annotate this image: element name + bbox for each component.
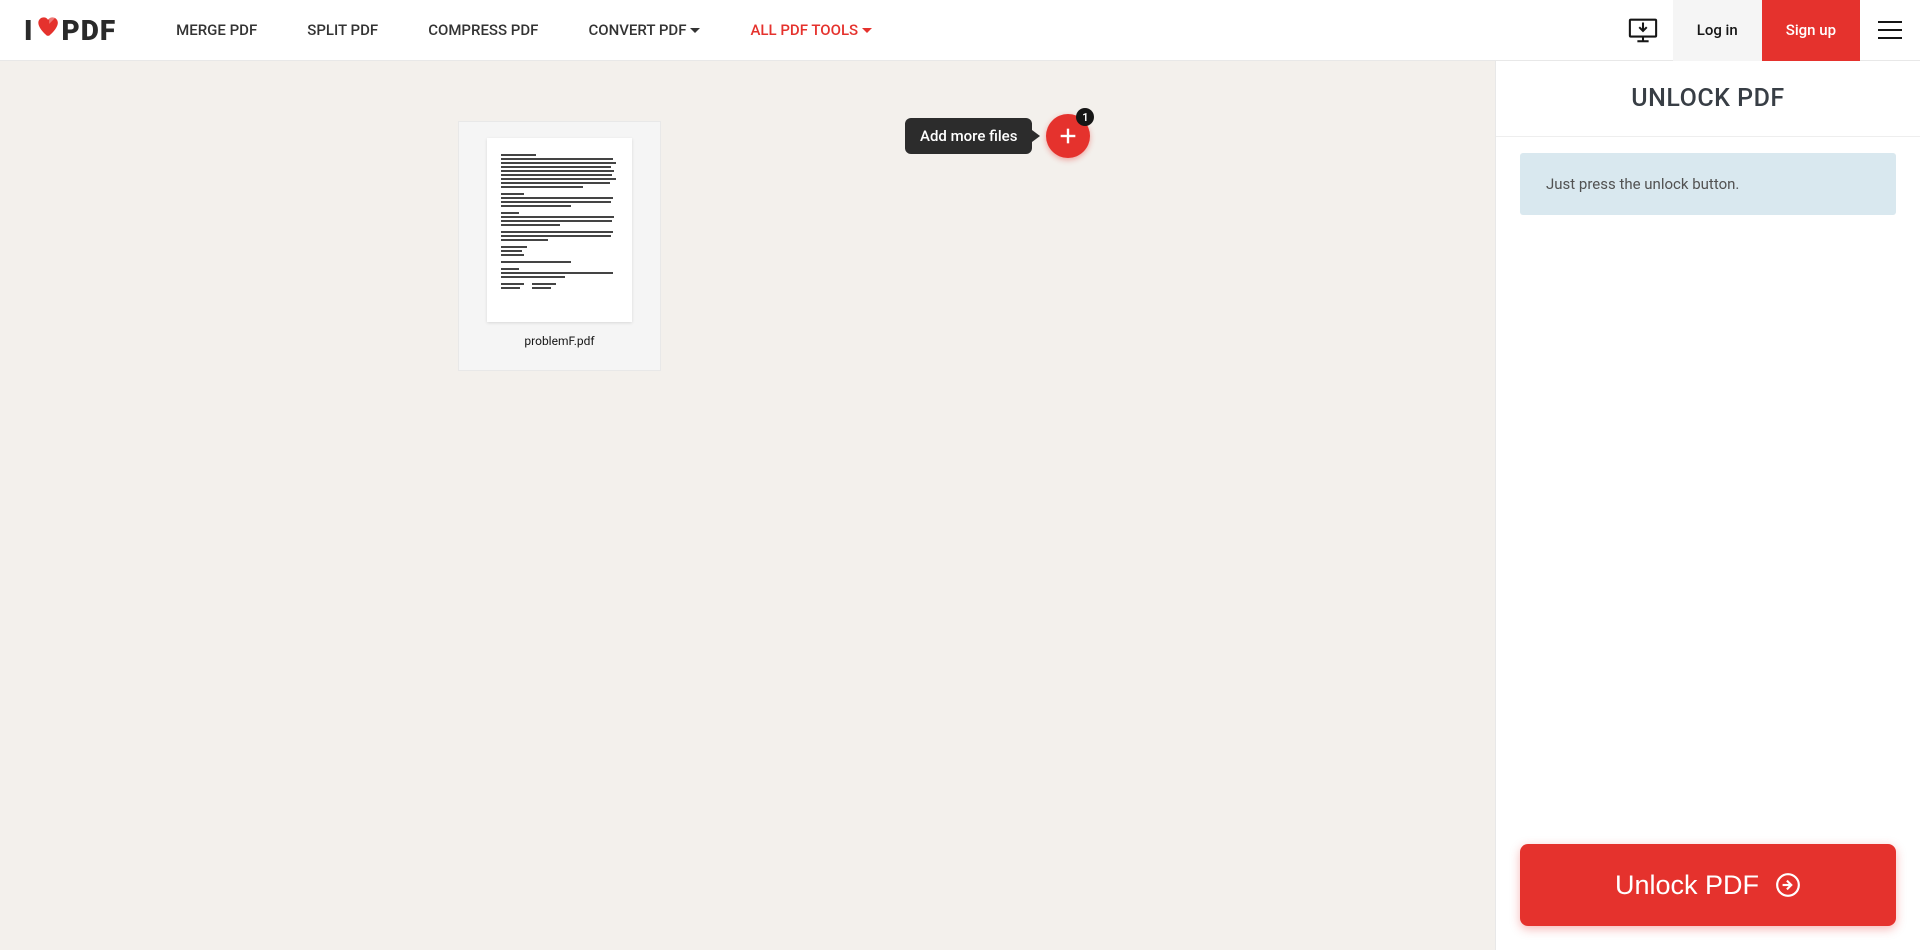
tooltip-label: Add more files (920, 127, 1017, 145)
plus-icon (1057, 125, 1079, 147)
nav-merge-label: MERGE PDF (176, 21, 257, 39)
nav-all-label: ALL PDF TOOLS (750, 21, 858, 39)
nav-compress-label: COMPRESS PDF (428, 21, 538, 39)
unlock-button[interactable]: Unlock PDF (1520, 844, 1896, 926)
login-label: Log in (1697, 21, 1738, 39)
unlock-label: Unlock PDF (1615, 870, 1759, 901)
nav-all-tools[interactable]: ALL PDF TOOLS (750, 21, 872, 39)
nav-split[interactable]: SPLIT PDF (307, 21, 378, 39)
nav-convert[interactable]: CONVERT PDF (588, 21, 700, 39)
add-files-button[interactable]: 1 (1046, 114, 1090, 158)
logo-text-right: PDF (61, 14, 116, 47)
file-canvas: problemF.pdf Add more files 1 (0, 61, 1495, 950)
nav-convert-label: CONVERT PDF (588, 21, 686, 39)
login-button[interactable]: Log in (1673, 0, 1762, 61)
file-name: problemF.pdf (524, 334, 594, 348)
file-card[interactable]: problemF.pdf (458, 121, 661, 371)
logo[interactable]: I PDF (24, 14, 116, 47)
info-box: Just press the unlock button. (1520, 153, 1896, 215)
desktop-download-icon[interactable] (1613, 0, 1673, 61)
nav: MERGE PDF SPLIT PDF COMPRESS PDF CONVERT… (176, 21, 872, 39)
menu-button[interactable] (1860, 0, 1920, 61)
header-right: Log in Sign up (1613, 0, 1920, 61)
sidebar-footer: Unlock PDF (1496, 844, 1920, 950)
sidebar-body: Just press the unlock button. (1496, 137, 1920, 844)
signup-button[interactable]: Sign up (1762, 0, 1860, 61)
signup-label: Sign up (1786, 21, 1836, 39)
add-files-area: Add more files 1 (905, 114, 1090, 158)
add-files-tooltip: Add more files (905, 118, 1032, 154)
header: I PDF MERGE PDF SPLIT PDF COMPRESS PDF C… (0, 0, 1920, 61)
arrow-right-circle-icon (1775, 872, 1801, 898)
heart-icon (34, 13, 60, 46)
chevron-down-icon (862, 28, 872, 33)
nav-merge[interactable]: MERGE PDF (176, 21, 257, 39)
info-text: Just press the unlock button. (1546, 175, 1739, 193)
sidebar-title: UNLOCK PDF (1496, 61, 1920, 137)
file-count-badge: 1 (1076, 108, 1094, 126)
logo-text-left: I (24, 14, 33, 47)
nav-compress[interactable]: COMPRESS PDF (428, 21, 538, 39)
main: problemF.pdf Add more files 1 UNLOCK PDF… (0, 61, 1920, 950)
chevron-down-icon (690, 28, 700, 33)
nav-split-label: SPLIT PDF (307, 21, 378, 39)
hamburger-icon (1878, 21, 1902, 39)
file-preview (487, 138, 632, 322)
sidebar: UNLOCK PDF Just press the unlock button.… (1495, 61, 1920, 950)
